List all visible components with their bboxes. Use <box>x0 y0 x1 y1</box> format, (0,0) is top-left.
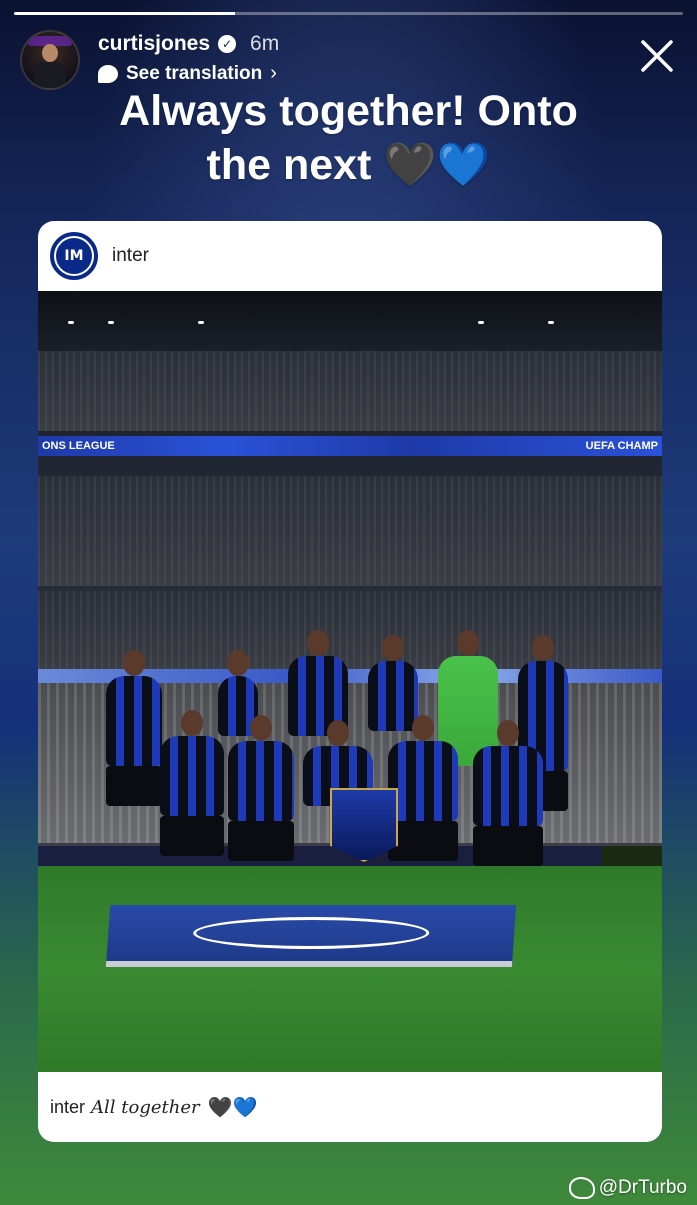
caption-text: All together <box>91 1096 200 1118</box>
see-translation-button[interactable]: See translation › <box>98 62 277 85</box>
post-caption-bar: inter All together 🖤💙 <box>38 1072 662 1142</box>
inter-logo-mat <box>105 905 517 967</box>
player-head <box>181 710 203 736</box>
inter-logo-icon: IM <box>54 236 94 276</box>
watermark: @DrTurbo <box>568 1177 687 1199</box>
roof-light <box>108 321 114 324</box>
player-head <box>382 635 404 661</box>
post-time: 6m <box>250 32 280 55</box>
players-group <box>98 630 598 936</box>
player-shorts <box>106 766 162 806</box>
inter-mat-logo-icon <box>192 917 431 949</box>
player-head <box>327 720 349 746</box>
verified-badge-icon: ✓ <box>218 35 237 53</box>
weibo-logo-icon <box>568 1177 595 1199</box>
led-text-left: ONS LEAGUE <box>42 440 115 452</box>
player-head <box>307 630 329 656</box>
team-photo: ONS LEAGUE UEFA CHAMP <box>38 291 662 1072</box>
led-text-right: UEFA CHAMP <box>585 440 658 452</box>
black-heart-emoji: 🖤 <box>383 141 437 189</box>
story-progress-bar <box>14 12 683 15</box>
roof-light <box>68 321 74 324</box>
user-avatar[interactable] <box>20 30 80 90</box>
player-head <box>227 650 249 676</box>
translate-bubble-icon <box>98 64 118 83</box>
player-head <box>457 630 479 656</box>
player <box>228 715 294 861</box>
player-shorts <box>473 826 543 866</box>
see-translation-label: See translation <box>126 62 263 84</box>
ad-panel <box>602 846 662 866</box>
close-icon <box>641 40 673 72</box>
story-progress-fill <box>14 12 235 15</box>
player-head <box>250 715 272 741</box>
caption-line-2-row: the next 🖤💙 <box>40 138 657 192</box>
avatar-head <box>42 44 58 62</box>
shared-post-card[interactable]: IM inter ONS LEAGUE UEFA CHAMP inter All… <box>38 221 662 1142</box>
caption-hearts: 🖤💙 <box>207 1096 258 1119</box>
story-caption: Always together! Onto the next 🖤💙 <box>40 84 657 192</box>
crowd-middle <box>38 476 662 586</box>
player <box>368 635 418 731</box>
roof-light <box>478 321 484 324</box>
blue-heart-emoji: 💙 <box>436 141 491 189</box>
player-shorts <box>388 821 458 861</box>
roof-light <box>198 321 204 324</box>
player <box>160 710 224 856</box>
inter-logo-avatar[interactable]: IM <box>50 232 98 280</box>
player <box>388 715 458 861</box>
player-shorts <box>228 821 294 861</box>
player <box>106 650 162 806</box>
close-button[interactable] <box>637 36 677 76</box>
post-header: IM inter <box>38 221 662 291</box>
watermark-text: @DrTurbo <box>598 1177 687 1198</box>
caption-line-1: Always together! Onto <box>119 87 578 135</box>
stadium-roof <box>38 291 662 351</box>
player-head <box>412 715 434 741</box>
player-shorts <box>160 816 224 856</box>
story-header: curtisjones ✓ 6m See translation › <box>20 30 677 90</box>
stadium-led-band: ONS LEAGUE UEFA CHAMP <box>38 436 662 456</box>
username-link[interactable]: curtisjones <box>98 32 210 56</box>
caption-line-2: the next <box>206 141 372 189</box>
username-row: curtisjones ✓ 6m <box>98 32 279 56</box>
roof-light <box>548 321 554 324</box>
chevron-right-icon: › <box>270 62 277 84</box>
player-head <box>532 635 554 661</box>
post-account-name[interactable]: inter <box>112 245 149 267</box>
player-head <box>123 650 145 676</box>
player <box>473 720 543 866</box>
player-head <box>497 720 519 746</box>
crowd-upper <box>38 351 662 431</box>
caption-account[interactable]: inter <box>50 1097 85 1118</box>
